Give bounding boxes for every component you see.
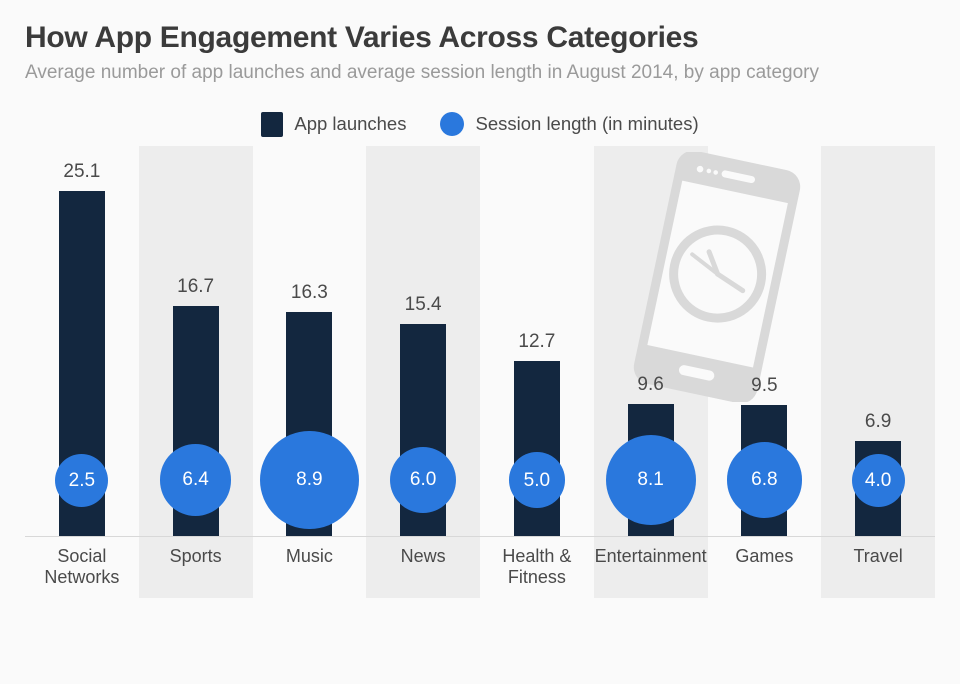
category-label: Entertainment <box>594 546 708 567</box>
bubble-value-label: 6.4 <box>182 469 209 491</box>
bubble[interactable]: 6.0 <box>389 446 457 514</box>
category-label-line: Social <box>57 546 107 566</box>
category-label: Games <box>708 546 822 567</box>
legend-label: App launches <box>294 113 407 134</box>
bubble-value-label: 6.0 <box>409 469 437 491</box>
category-label: Music <box>253 546 367 567</box>
category-label: Health & Fitness <box>480 546 594 588</box>
infographic-root: How App Engagement Varies Across Categor… <box>0 0 960 684</box>
bubble[interactable]: 5.0 <box>509 452 565 508</box>
bubble[interactable]: 6.4 <box>160 444 232 516</box>
bubble[interactable]: 8.1 <box>605 435 696 525</box>
bubble-value-label: 6.8 <box>751 469 778 491</box>
bubble-value-label: 4.0 <box>864 469 892 491</box>
column-band <box>821 146 935 598</box>
category-label-line: News <box>400 546 446 566</box>
category-label-line: Health & <box>502 546 572 566</box>
page-title: How App Engagement Varies Across Categor… <box>25 21 699 54</box>
chart-plot-area: 25.1 2.5 16.7 6.4 16.3 8.9 15.4 6.0 12.7 5.0 9.6 8.… <box>0 0 960 684</box>
column-band <box>366 146 480 598</box>
category-label-line: Travel <box>853 546 903 566</box>
bar[interactable] <box>627 404 674 536</box>
bubble-value-label: 8.9 <box>296 469 323 491</box>
legend-label: Session length (in minutes) <box>475 113 699 134</box>
chart-legend: App launches Session length (in minutes) <box>0 106 960 142</box>
bar-value-label: 9.6 <box>637 374 664 395</box>
x-axis-line <box>25 536 935 537</box>
legend-item-1[interactable]: App launches <box>261 111 407 137</box>
bar-value-label: 15.4 <box>404 294 442 316</box>
legend-item-2[interactable]: Session length (in minutes) <box>440 112 699 136</box>
bubble[interactable]: 6.8 <box>726 442 803 518</box>
bar-value-label: 6.9 <box>864 411 892 433</box>
bar[interactable] <box>855 441 902 536</box>
bubble[interactable]: 4.0 <box>851 453 905 507</box>
bubble-value-label: 2.5 <box>68 469 96 491</box>
bubble[interactable]: 8.9 <box>259 430 359 530</box>
category-label-line: Fitness <box>507 567 566 587</box>
category-label: News <box>366 546 480 567</box>
category-label: Social Networks <box>25 546 139 588</box>
column-band <box>593 146 708 598</box>
smartphone-clock-watermark-icon <box>612 150 822 404</box>
category-label-line: Networks <box>44 567 120 587</box>
bar-value-label: 16.7 <box>177 276 215 298</box>
bar[interactable] <box>513 361 560 536</box>
column-band <box>138 146 253 598</box>
bar-value-label: 16.3 <box>290 281 328 303</box>
category-label-line: Sports <box>169 546 222 566</box>
bar[interactable] <box>286 311 333 536</box>
legend-circle-icon <box>440 112 465 136</box>
category-label-line: Entertainment <box>594 546 707 566</box>
bubble-value-label: 8.1 <box>637 469 664 491</box>
legend-square-icon <box>261 111 284 137</box>
bar[interactable] <box>400 324 447 536</box>
bubble[interactable]: 2.5 <box>55 453 109 507</box>
footer: cc @StatistaCharts Based on data collect… <box>0 600 960 684</box>
bar-value-label: 12.7 <box>518 331 556 353</box>
bubble-value-label: 5.0 <box>523 469 551 491</box>
bar-value-label: 9.5 <box>751 375 778 397</box>
bar[interactable] <box>58 190 105 536</box>
header: How App Engagement Varies Across Categor… <box>0 0 960 100</box>
page-subtitle: Average number of app launches and avera… <box>25 62 819 83</box>
bar[interactable] <box>172 306 219 536</box>
category-label: Travel <box>821 546 935 567</box>
category-label: Sports <box>139 546 253 567</box>
bar[interactable] <box>741 405 788 536</box>
category-label-line: Games <box>735 546 794 566</box>
category-label-line: Music <box>285 546 333 566</box>
bar-value-label: 25.1 <box>63 160 101 182</box>
